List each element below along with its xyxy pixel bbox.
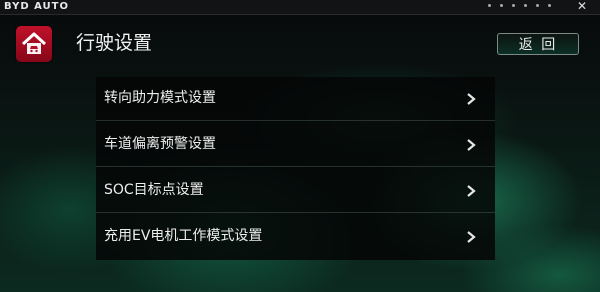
menu-item-label: 转向助力模式设置 xyxy=(104,90,216,106)
menu-item-lane-departure-warning[interactable]: 车道偏离预警设置 xyxy=(96,123,495,167)
chevron-right-icon xyxy=(467,93,476,105)
page-title: 行驶设置 xyxy=(76,32,153,54)
status-close-icon: ✕ xyxy=(577,0,588,13)
status-indicator-dots xyxy=(488,4,558,10)
menu-item-label: SOC目标点设置 xyxy=(104,182,204,198)
menu-item-ev-motor-mode[interactable]: 充用EV电机工作模式设置 xyxy=(96,215,495,259)
chevron-right-icon xyxy=(467,185,476,197)
status-bar: BYD AUTO ✕ xyxy=(0,0,600,15)
menu-item-soc-target[interactable]: SOC目标点设置 xyxy=(96,169,495,213)
chevron-right-icon xyxy=(467,231,476,243)
menu-item-steering-assist-mode[interactable]: 转向助力模式设置 xyxy=(96,77,495,121)
brand-label: BYD AUTO xyxy=(4,1,69,12)
settings-menu: 转向助力模式设置 车道偏离预警设置 SOC目标点设置 充用EV电机工作模式设置 xyxy=(96,77,495,260)
menu-item-label: 车道偏离预警设置 xyxy=(104,136,216,152)
back-button[interactable]: 返 回 xyxy=(497,33,579,55)
menu-item-label: 充用EV电机工作模式设置 xyxy=(104,228,263,244)
screen: BYD AUTO ✕ 行驶设置 返 回 转向助力模式设置 车道偏离预警设置 SO… xyxy=(0,0,600,292)
chevron-right-icon xyxy=(467,139,476,151)
car-settings-icon xyxy=(16,26,52,62)
